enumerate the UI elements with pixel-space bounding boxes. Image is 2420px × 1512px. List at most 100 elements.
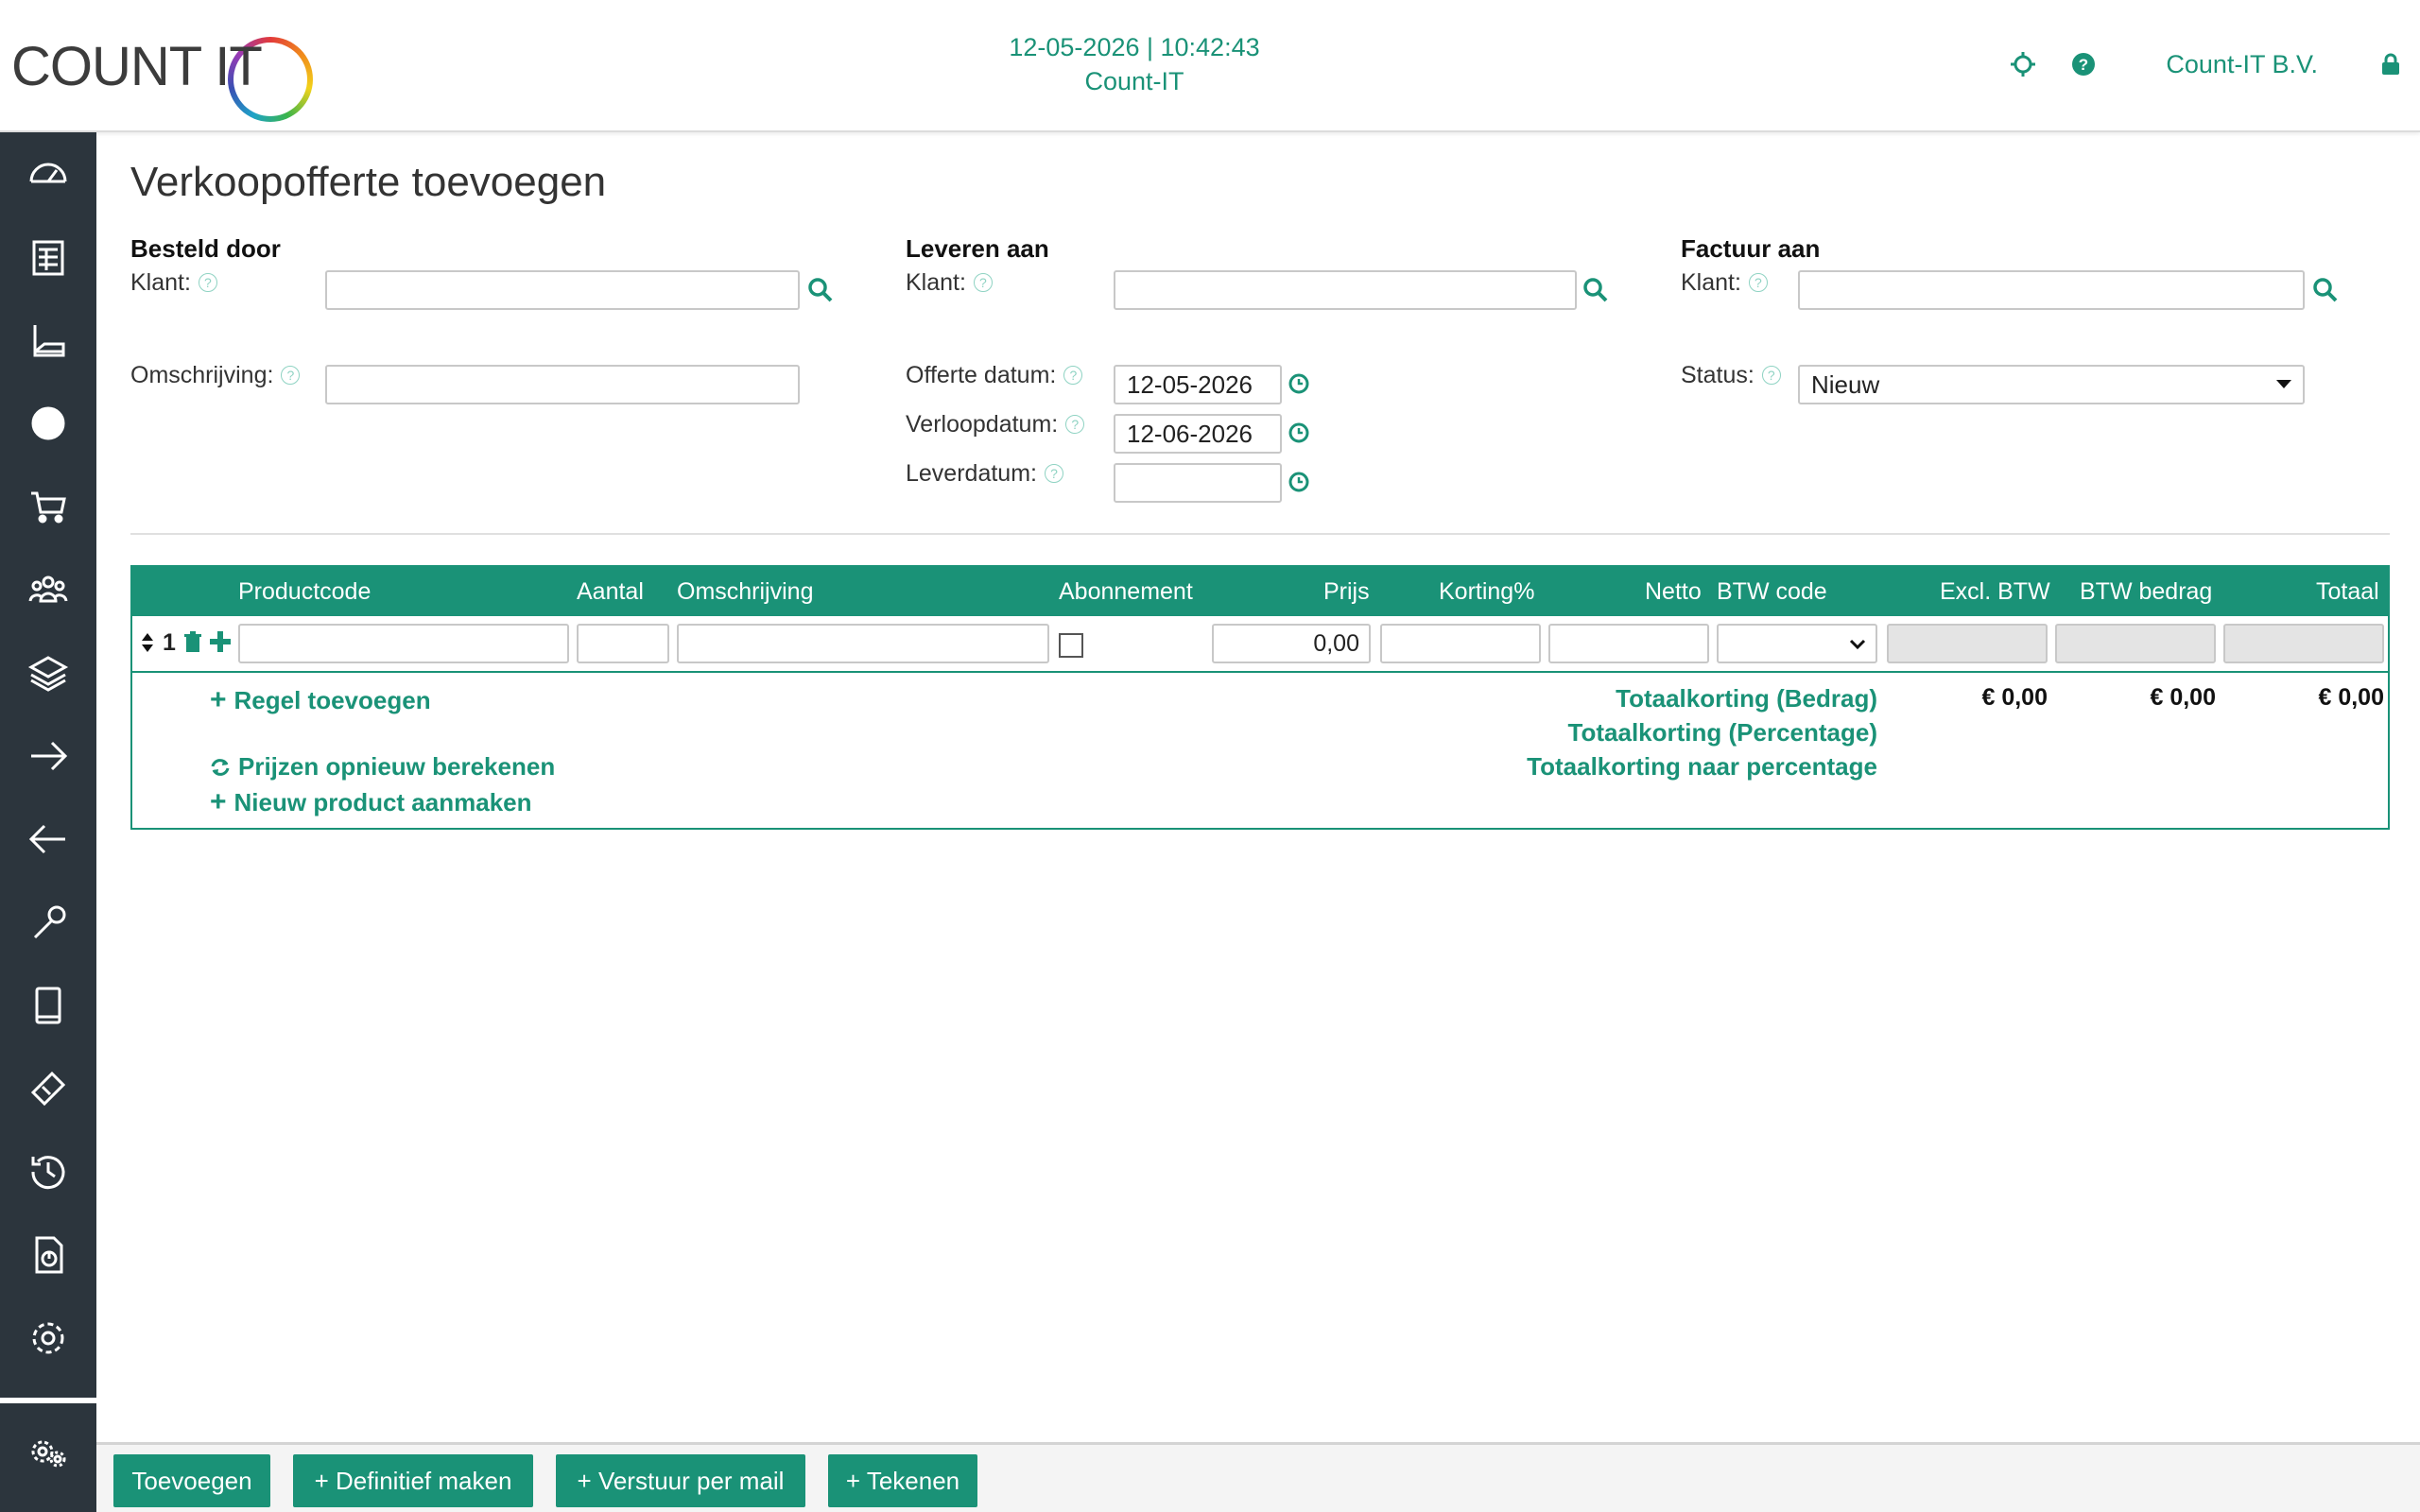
- btw-code-select[interactable]: [1717, 624, 1877, 663]
- sidebar-item-globe[interactable]: [0, 382, 96, 465]
- recalculate-prices-link[interactable]: Prijzen opnieuw berekenen: [210, 752, 555, 782]
- netto-input[interactable]: [1548, 624, 1709, 663]
- caret-down-icon: [2276, 380, 2291, 388]
- clock-icon[interactable]: [1288, 421, 1310, 444]
- logo[interactable]: COUNT IT: [11, 21, 313, 122]
- omschrijving-cell-input[interactable]: [677, 624, 1049, 663]
- company-name[interactable]: Count-IT B.V.: [2166, 50, 2318, 79]
- col-totaal: Totaal: [2316, 578, 2379, 605]
- definitief-maken-button[interactable]: + Definitief maken: [293, 1454, 533, 1507]
- trash-icon[interactable]: [183, 631, 202, 654]
- search-icon[interactable]: [2312, 277, 2339, 303]
- sidebar-item-users[interactable]: [0, 548, 96, 631]
- sidebar-item-tools[interactable]: [0, 881, 96, 964]
- tablet-icon: [35, 987, 61, 1024]
- clock-icon[interactable]: [1288, 372, 1310, 395]
- klant-label: Klant:: [130, 268, 191, 296]
- sidebar-item-incoming[interactable]: [0, 798, 96, 881]
- total-discount-amount-link[interactable]: Totaalkorting (Bedrag): [1616, 684, 1877, 713]
- offerte-datum-input[interactable]: 12-05-2026: [1114, 365, 1282, 404]
- lock-icon[interactable]: [2377, 50, 2405, 78]
- sidebar-item-settings[interactable]: [0, 1297, 96, 1380]
- help-icon[interactable]: ?: [2069, 50, 2098, 78]
- help-icon[interactable]: ?: [1044, 464, 1063, 483]
- omschrijving-label: Omschrijving:: [130, 361, 274, 388]
- btw-bedrag-field: [2055, 624, 2216, 663]
- col-abonnement: Abonnement: [1059, 578, 1193, 605]
- help-icon[interactable]: ?: [1761, 366, 1781, 385]
- clock-icon[interactable]: [1288, 471, 1310, 493]
- total-discount-to-percent-link[interactable]: Totaalkorting naar percentage: [1527, 752, 1877, 782]
- sidebar-item-history[interactable]: [0, 1130, 96, 1213]
- accounting-icon: [32, 240, 64, 276]
- globe-icon: [31, 406, 65, 440]
- sidebar-item-outgoing[interactable]: [0, 714, 96, 798]
- help-icon[interactable]: ?: [198, 273, 217, 292]
- klant-label: Klant:: [906, 268, 966, 296]
- cart-icon: [31, 491, 66, 524]
- excl-btw-field: [1887, 624, 2048, 663]
- sort-icon[interactable]: [140, 631, 155, 654]
- sidebar-item-tablet[interactable]: [0, 964, 96, 1047]
- totaal-field: [2223, 624, 2384, 663]
- status-row: Status: ?: [1681, 355, 1781, 395]
- sidebar-item-dashboard[interactable]: [0, 132, 96, 215]
- leveren-aan-klant-input[interactable]: [1114, 270, 1577, 310]
- admin-settings-icon: [31, 1440, 66, 1468]
- productcode-input[interactable]: [238, 624, 569, 663]
- leverdatum-input[interactable]: [1114, 463, 1282, 503]
- help-icon[interactable]: ?: [1063, 366, 1083, 385]
- col-productcode: Productcode: [238, 578, 372, 605]
- besteld-door-klant-input[interactable]: [325, 270, 800, 310]
- help-icon[interactable]: ?: [1748, 273, 1768, 292]
- sum-btw-bedrag: € 0,00: [2150, 684, 2216, 711]
- plus-icon[interactable]: [210, 631, 231, 652]
- korting-input[interactable]: [1380, 624, 1541, 663]
- header-actions: ? Count-IT B.V.: [2009, 45, 2420, 83]
- verstuur-per-mail-button[interactable]: + Verstuur per mail: [556, 1454, 805, 1507]
- section-divider: [130, 533, 2390, 535]
- offerte-datum-label: Offerte datum:: [906, 361, 1057, 388]
- search-icon[interactable]: [807, 277, 834, 303]
- status-select[interactable]: Nieuw: [1798, 365, 2305, 404]
- factuur-aan-klant-input[interactable]: [1798, 270, 2305, 310]
- aantal-input[interactable]: [577, 624, 669, 663]
- verloopdatum-input[interactable]: 12-06-2026: [1114, 414, 1282, 454]
- sidebar-item-admin-settings[interactable]: [0, 1412, 96, 1495]
- omschrijving-input[interactable]: [325, 365, 800, 404]
- abonnement-checkbox[interactable]: [1059, 633, 1083, 658]
- ticket-icon: [30, 1071, 66, 1107]
- col-prijs: Prijs: [1323, 578, 1370, 605]
- svg-text:?: ?: [2079, 56, 2088, 74]
- sidebar: [0, 132, 96, 1512]
- dashboard-icon: [29, 163, 67, 183]
- date-time: 12-05-2026 | 10:42:43: [1009, 33, 1260, 61]
- sidebar-item-reports[interactable]: [0, 1213, 96, 1297]
- sidebar-item-accounting[interactable]: [0, 215, 96, 299]
- new-product-link[interactable]: + Nieuw product aanmaken: [210, 786, 532, 818]
- toevoegen-button[interactable]: Toevoegen: [113, 1454, 270, 1507]
- col-btw-bedrag: BTW bedrag: [2080, 578, 2213, 605]
- sidebar-divider: [0, 1398, 96, 1403]
- theme-icon[interactable]: [2009, 50, 2037, 78]
- help-icon[interactable]: ?: [281, 366, 301, 385]
- layers-icon: [27, 656, 69, 692]
- total-discount-percent-link[interactable]: Totaalkorting (Percentage): [1568, 718, 1877, 747]
- prijs-input[interactable]: 0,00: [1212, 624, 1371, 663]
- sidebar-item-layers[interactable]: [0, 631, 96, 714]
- sidebar-item-invoices[interactable]: [0, 299, 96, 382]
- tekenen-button[interactable]: + Tekenen: [828, 1454, 977, 1507]
- sidebar-item-tickets[interactable]: [0, 1047, 96, 1130]
- sum-totaal: € 0,00: [2318, 684, 2384, 711]
- search-icon[interactable]: [1582, 277, 1609, 303]
- col-korting: Korting%: [1439, 578, 1535, 605]
- status-value: Nieuw: [1811, 369, 1880, 399]
- report-icon: [35, 1236, 63, 1274]
- col-omschrijving: Omschrijving: [677, 578, 814, 605]
- help-icon[interactable]: ?: [1065, 415, 1085, 434]
- help-icon[interactable]: ?: [973, 273, 993, 292]
- refresh-icon: [211, 758, 230, 776]
- sidebar-item-cart[interactable]: [0, 465, 96, 548]
- status-label: Status:: [1681, 361, 1754, 388]
- add-line-link[interactable]: + Regel toevoegen: [210, 684, 431, 716]
